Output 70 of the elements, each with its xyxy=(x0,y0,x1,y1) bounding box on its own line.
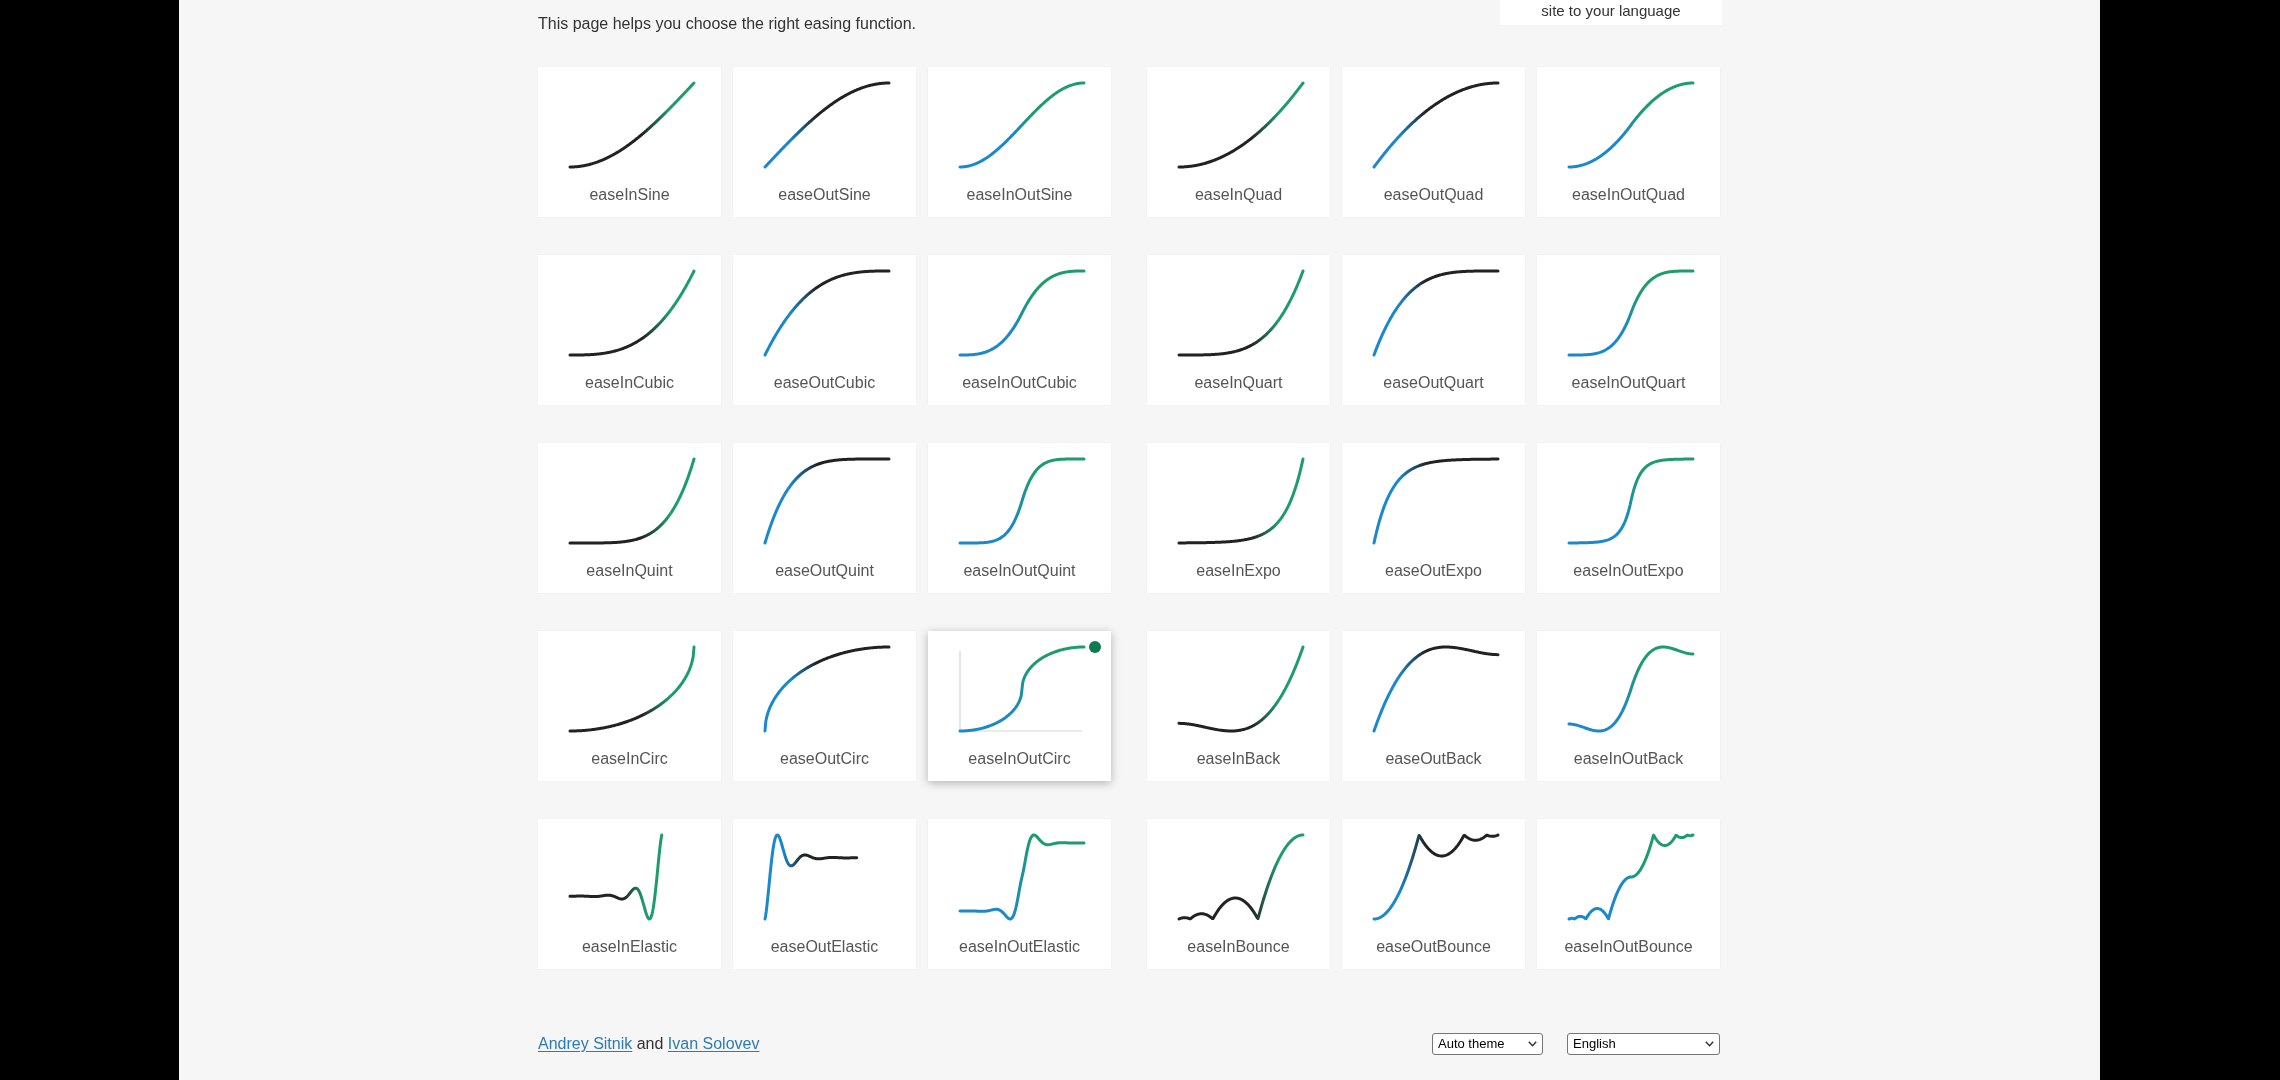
easing-card[interactable]: easeOutExpo xyxy=(1342,443,1525,593)
credits-text: Andrey Sitnik and Ivan Solovev xyxy=(538,1034,760,1054)
easing-name: easeInOutQuart xyxy=(1571,373,1686,393)
easing-card[interactable]: easeInOutBounce xyxy=(1537,819,1720,969)
easing-card[interactable]: easeInOutBack xyxy=(1537,631,1720,781)
easing-name: easeInQuad xyxy=(1194,185,1283,205)
easing-card[interactable]: easeInElastic xyxy=(538,819,721,969)
easing-card[interactable]: easeInCirc xyxy=(538,631,721,781)
easing-card[interactable]: easeInBounce xyxy=(1147,819,1330,969)
easing-name: easeInBack xyxy=(1196,749,1281,769)
easing-card[interactable]: easeInOutQuart xyxy=(1537,255,1720,405)
easing-card[interactable]: easeOutBack xyxy=(1342,631,1525,781)
easing-name: easeInQuint xyxy=(586,561,673,581)
easing-name: easeOutCirc xyxy=(780,749,869,769)
easing-name: easeOutQuad xyxy=(1383,185,1484,205)
easing-name: easeOutSine xyxy=(778,185,871,205)
chevron-down-icon xyxy=(1705,1041,1714,1047)
easing-name: easeInOutExpo xyxy=(1573,561,1684,581)
easing-card[interactable]: easeInQuint xyxy=(538,443,721,593)
easing-card[interactable]: easeOutSine xyxy=(733,67,916,217)
easing-name: easeInOutQuint xyxy=(963,561,1076,581)
chevron-down-icon xyxy=(1528,1041,1537,1047)
easing-card[interactable]: easeInOutCubic xyxy=(928,255,1111,405)
easing-name: easeInOutSine xyxy=(966,185,1073,205)
easing-card[interactable]: easeOutQuad xyxy=(1342,67,1525,217)
easing-name: easeOutElastic xyxy=(770,937,879,957)
easing-name: easeInOutBounce xyxy=(1564,937,1693,957)
easing-name: easeInQuart xyxy=(1194,373,1283,393)
easing-name: easeInOutQuad xyxy=(1572,185,1685,205)
easing-name: easeInOutCubic xyxy=(962,373,1077,393)
easing-name: easeOutCubic xyxy=(773,373,876,393)
easing-card[interactable]: easeOutElastic xyxy=(733,819,916,969)
theme-select[interactable]: Auto theme xyxy=(1432,1033,1543,1055)
easing-card[interactable]: easeInOutExpo xyxy=(1537,443,1720,593)
easing-card[interactable]: easeInBack xyxy=(1147,631,1330,781)
easing-card[interactable]: easeInOutQuint xyxy=(928,443,1111,593)
easing-name: easeInOutBack xyxy=(1573,749,1684,769)
easing-card[interactable]: easeOutCirc xyxy=(733,631,916,781)
author-link[interactable]: Ivan Solovev xyxy=(667,1035,760,1052)
easing-card[interactable]: easeInOutQuad xyxy=(1537,67,1720,217)
easing-name: easeInBounce xyxy=(1187,937,1290,957)
easing-name: easeInOutCirc xyxy=(968,749,1071,769)
intro-text: This page helps you choose the right easing function. xyxy=(538,14,917,34)
easing-name: easeOutQuart xyxy=(1383,373,1484,393)
easing-name: easeOutExpo xyxy=(1385,561,1482,581)
author-link[interactable]: Andrey Sitnik xyxy=(538,1035,633,1052)
easing-card[interactable]: easeInExpo xyxy=(1147,443,1330,593)
easing-card[interactable]: easeInCubic xyxy=(538,255,721,405)
easing-card[interactable]: easeInQuart xyxy=(1147,255,1330,405)
easing-name: easeInCubic xyxy=(585,373,674,393)
easing-card[interactable]: easeOutQuart xyxy=(1342,255,1525,405)
easing-card[interactable]: easeInOutSine xyxy=(928,67,1111,217)
easing-name: easeOutBack xyxy=(1385,749,1482,769)
easing-name: easeInCirc xyxy=(591,749,668,769)
easing-card[interactable]: easeInSine xyxy=(538,67,721,217)
easing-card[interactable]: easeInOutCirc xyxy=(928,631,1111,781)
language-select[interactable]: English xyxy=(1567,1033,1720,1055)
easing-name: easeInExpo xyxy=(1196,561,1281,581)
easing-card[interactable]: easeOutCubic xyxy=(733,255,916,405)
easing-card[interactable]: easeOutBounce xyxy=(1342,819,1525,969)
easing-name: easeInOutElastic xyxy=(959,937,1080,957)
easing-name: easeInSine xyxy=(589,185,670,205)
easing-name: easeOutQuint xyxy=(775,561,874,581)
progress-dot-icon xyxy=(1089,641,1101,653)
easing-name: easeInElastic xyxy=(581,937,678,957)
language-hint: site to your language xyxy=(1500,0,1722,25)
easing-card[interactable]: easeInQuad xyxy=(1147,67,1330,217)
easing-name: easeOutBounce xyxy=(1376,937,1491,957)
easing-card[interactable]: easeInOutElastic xyxy=(928,819,1111,969)
easing-card[interactable]: easeOutQuint xyxy=(733,443,916,593)
